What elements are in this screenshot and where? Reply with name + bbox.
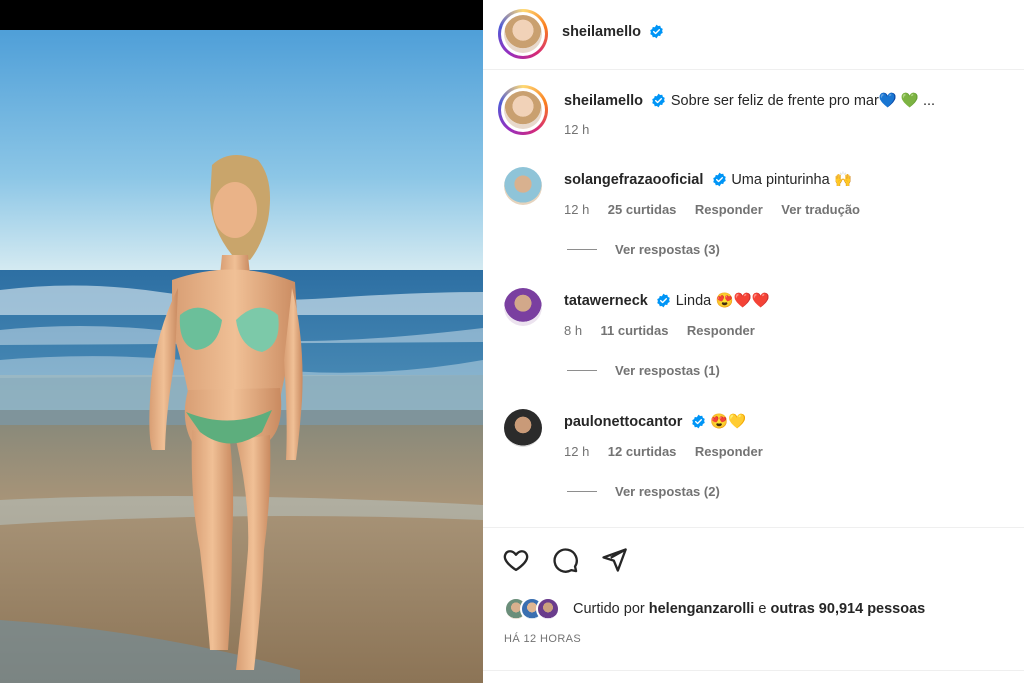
caption-emoji: 💙 💚 ... [878,93,936,109]
liked-by-prefix: Curtido por [573,601,645,617]
view-replies-button[interactable]: Ver respostas (1) [567,363,720,378]
author-avatar[interactable] [498,9,548,59]
caption-time[interactable]: 12 h [564,122,589,137]
liked-by-user[interactable]: helenganzarolli [649,601,755,617]
translate-button[interactable]: Ver tradução [781,202,860,217]
view-replies-label: Ver respostas (3) [615,242,720,257]
comment-emoji: 🙌 [834,172,853,188]
caption-row: sheilamello Sobre ser feliz de frente pr… [483,85,1024,145]
caption-username[interactable]: sheilamello [564,93,643,109]
comment-time[interactable]: 8 h [564,323,582,338]
comment-likes[interactable]: 11 curtidas [601,323,669,338]
liked-by-avatars[interactable] [504,597,568,623]
liked-by-others[interactable]: outras 90,914 pessoas [770,601,925,617]
post-actions: Curtido por helenganzarolli e outras 90,… [483,527,1024,672]
post-timestamp[interactable]: HÁ 12 HORAS [504,633,581,645]
caption-text: Sobre ser feliz de frente pro mar [670,93,879,109]
share-icon[interactable] [600,546,628,574]
comment-item: paulonettocantor 😍💛 12 h 12 curtidas Res… [483,407,1024,507]
commenter-avatar[interactable] [504,167,542,205]
heart-icon[interactable] [502,546,530,574]
photo-top-bar [0,0,483,30]
post-photo[interactable] [0,30,483,683]
verified-icon [652,93,666,108]
post-side-panel: sheilamello sheilamello Sobre ser feliz … [483,0,1024,683]
comment-icon[interactable] [551,546,579,574]
comment-likes[interactable]: 25 curtidas [608,202,677,217]
comment-emoji: 😍💛 [710,414,747,430]
post-photo-panel [0,0,483,683]
commenter-avatar[interactable] [504,288,542,326]
comment-text: Uma pinturinha [731,172,830,188]
replies-divider [567,370,597,371]
comment-time[interactable]: 12 h [564,202,589,217]
caption-avatar-photo [504,91,542,129]
reply-button[interactable]: Responder [695,202,763,217]
comment-text: Linda [675,293,712,309]
comment-item: tatawerneck Linda 😍❤️❤️ 8 h 11 curtidas … [483,286,1024,386]
reply-button[interactable]: Responder [695,444,763,459]
replies-divider [567,491,597,492]
divider [483,670,1024,671]
view-replies-label: Ver respostas (1) [615,363,720,378]
caption-avatar[interactable] [498,85,548,135]
view-replies-button[interactable]: Ver respostas (2) [567,484,720,499]
author-photo [504,15,542,53]
verified-icon [692,414,705,429]
liked-by-middle: e [758,601,767,617]
verified-icon [650,24,664,39]
comment-username[interactable]: paulonettocantor [564,414,682,430]
verified-icon [657,293,671,308]
post-header: sheilamello [483,0,1024,70]
comment-username[interactable]: tatawerneck [564,293,648,309]
comment-emoji: 😍❤️❤️ [715,293,770,309]
view-replies-label: Ver respostas (2) [615,484,720,499]
comment-item: solangefrazaooficial Uma pinturinha 🙌 12… [483,165,1024,265]
comment-likes[interactable]: 12 curtidas [608,444,677,459]
author-username[interactable]: sheilamello [562,24,641,40]
commenter-avatar[interactable] [504,409,542,447]
liker-avatar [536,597,560,621]
comment-username[interactable]: solangefrazaooficial [564,172,703,188]
comment-time[interactable]: 12 h [564,444,589,459]
view-replies-button[interactable]: Ver respostas (3) [567,242,720,257]
replies-divider [567,249,597,250]
reply-button[interactable]: Responder [687,323,755,338]
verified-icon [713,172,726,187]
